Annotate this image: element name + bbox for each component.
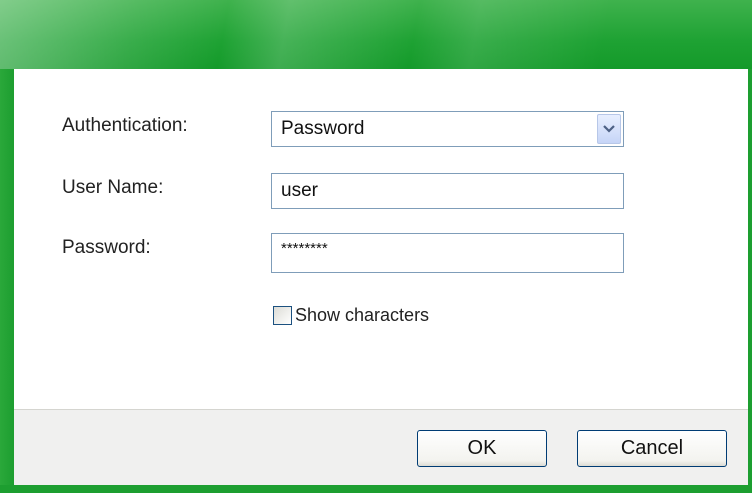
dialog-window: Authentication: Password User Name: user… xyxy=(0,0,752,493)
username-input-value: user xyxy=(281,180,318,201)
window-border-bottom xyxy=(0,485,752,493)
dialog-content: Authentication: Password User Name: user… xyxy=(14,69,748,409)
window-border-right xyxy=(748,69,752,493)
password-input-value: ******** xyxy=(281,240,328,257)
cancel-button[interactable]: Cancel xyxy=(577,430,727,467)
dialog-footer: OK Cancel xyxy=(14,409,748,485)
username-label: User Name: xyxy=(62,177,164,198)
title-bar[interactable] xyxy=(0,0,752,69)
password-label: Password: xyxy=(62,237,151,258)
show-characters-checkbox[interactable] xyxy=(273,306,292,325)
authentication-select[interactable]: Password xyxy=(271,111,624,147)
authentication-select-value: Password xyxy=(281,118,365,139)
chevron-down-icon[interactable] xyxy=(597,114,621,144)
window-border-left xyxy=(0,69,14,493)
password-input[interactable]: ******** xyxy=(271,233,624,273)
authentication-label: Authentication: xyxy=(62,115,188,136)
username-input[interactable]: user xyxy=(271,173,624,209)
ok-button[interactable]: OK xyxy=(417,430,547,467)
show-characters-label[interactable]: Show characters xyxy=(295,305,429,326)
